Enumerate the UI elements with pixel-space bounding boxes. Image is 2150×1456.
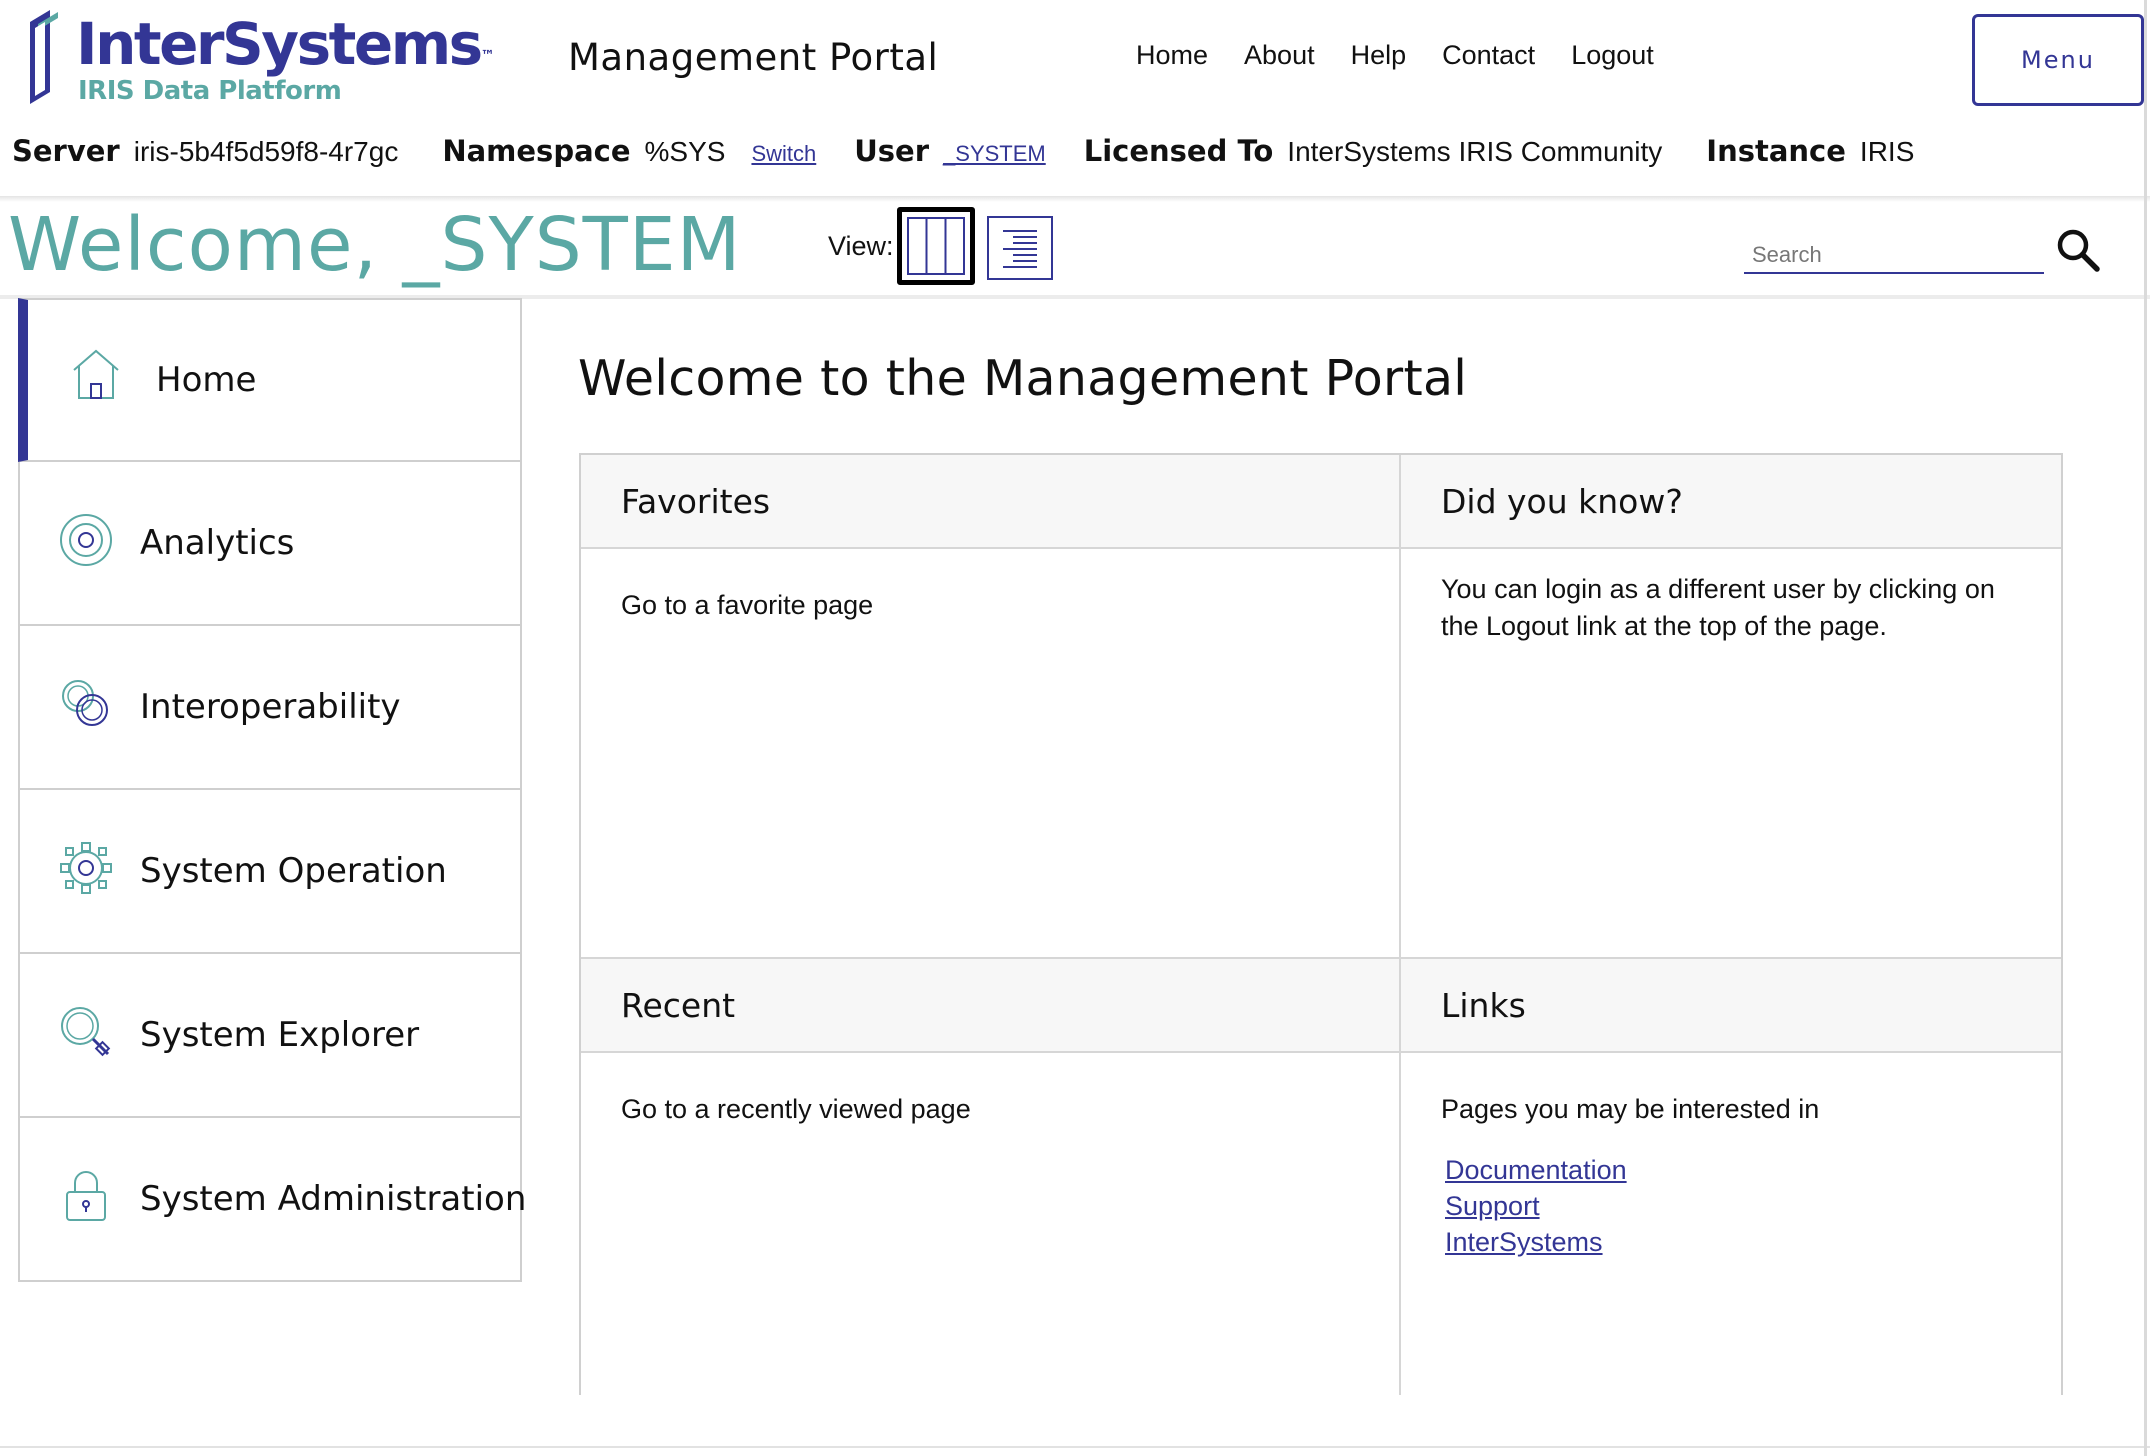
context-info-bar: Server iris-5b4f5d59f8-4r7gc Namespace %…: [12, 134, 1958, 180]
menu-button[interactable]: Menu: [1972, 14, 2144, 106]
instance-value: IRIS: [1859, 136, 1915, 167]
user-label: User: [854, 134, 930, 168]
search-button[interactable]: [2052, 224, 2104, 276]
sidebar-item-label: Interoperability: [140, 687, 401, 727]
sidebar-item-label: Analytics: [140, 523, 295, 563]
licensed-to-value: InterSystems IRIS Community: [1287, 136, 1663, 167]
dashboard-grid: Favorites Go to a favorite page Did you …: [579, 453, 2063, 1395]
nav-logout-link[interactable]: Logout: [1571, 40, 1654, 71]
portal-header: InterSystems™ IRIS Data Platform Managem…: [0, 0, 2150, 202]
sidebar-item-interoperability[interactable]: Interoperability: [18, 626, 522, 790]
page-bottom-divider: [0, 1446, 2150, 1448]
links-body: Pages you may be interested in Documenta…: [1441, 1091, 2031, 1260]
rings-icon: [54, 672, 118, 736]
sidebar-item-label: Home: [156, 360, 257, 400]
recent-body: Go to a recently viewed page: [621, 1094, 971, 1124]
server-value: iris-5b4f5d59f8-4r7gc: [133, 136, 399, 167]
intersystems-logo[interactable]: InterSystems™ IRIS Data Platform: [24, 8, 495, 112]
user-link[interactable]: _SYSTEM: [943, 141, 1046, 167]
sidebar-item-home[interactable]: Home: [18, 298, 522, 462]
links-title: Links: [1401, 959, 2061, 1053]
lock-icon: [54, 1164, 118, 1228]
instance-label: Instance: [1706, 134, 1846, 168]
sidebar-item-system-operation[interactable]: System Operation: [18, 790, 522, 954]
sidebar-item-label: System Explorer: [140, 1015, 420, 1055]
nav-home-link[interactable]: Home: [1136, 40, 1208, 71]
gear-icon: [54, 836, 118, 900]
logo-mark-icon: [30, 10, 58, 104]
sidebar-item-analytics[interactable]: Analytics: [18, 462, 522, 626]
logo-wordmark: InterSystems™: [76, 10, 495, 78]
favorites-body: Go to a favorite page: [621, 590, 874, 620]
welcome-heading: Welcome, _SYSTEM: [8, 202, 742, 288]
sidebar-item-label: System Administration: [140, 1179, 527, 1219]
search-icon: [2057, 229, 2100, 272]
list-view-button[interactable]: [987, 216, 1053, 280]
logo-subtitle: IRIS Data Platform: [78, 76, 342, 106]
sidebar-item-label: System Operation: [140, 851, 447, 891]
did-you-know-title: Did you know?: [1401, 455, 2061, 549]
sidebar: Home Analytics Interoperability System O…: [18, 298, 526, 1282]
top-navigation: Home About Help Contact Logout: [1136, 40, 1690, 71]
sidebar-item-system-explorer[interactable]: System Explorer: [18, 954, 522, 1118]
search-input[interactable]: [1744, 238, 2044, 274]
switch-namespace-link[interactable]: Switch: [751, 141, 816, 167]
nav-contact-link[interactable]: Contact: [1442, 40, 1535, 71]
portal-title: Management Portal: [568, 36, 939, 79]
home-icon: [64, 342, 128, 406]
recent-title: Recent: [581, 959, 1399, 1053]
nav-about-link[interactable]: About: [1244, 40, 1315, 71]
list-icon: [1003, 230, 1037, 268]
nav-help-link[interactable]: Help: [1351, 40, 1407, 71]
window-edge: [2144, 0, 2147, 1456]
licensed-to-label: Licensed To: [1083, 134, 1274, 168]
view-label: View:: [828, 231, 894, 261]
did-you-know-body: You can login as a different user by cli…: [1441, 574, 1995, 641]
did-you-know-panel: Did you know? You can login as a differe…: [1401, 455, 2061, 959]
magnifier-icon: [54, 1000, 118, 1064]
recent-panel: Recent Go to a recently viewed page: [581, 959, 1401, 1395]
favorites-title: Favorites: [581, 455, 1399, 549]
links-panel: Links Pages you may be interested in Doc…: [1401, 959, 2061, 1395]
target-icon: [54, 508, 118, 572]
links-intro: Pages you may be interested in: [1441, 1094, 1820, 1124]
support-link[interactable]: Support: [1445, 1188, 2031, 1224]
namespace-label: Namespace: [442, 134, 631, 168]
sidebar-item-system-administration[interactable]: System Administration: [18, 1118, 526, 1282]
links-list: Documentation Support InterSystems: [1445, 1152, 2031, 1260]
favorites-panel: Favorites Go to a favorite page: [581, 455, 1401, 959]
namespace-value: %SYS: [644, 136, 726, 167]
page-title: Welcome to the Management Portal: [578, 350, 1468, 407]
server-label: Server: [12, 134, 120, 168]
columns-icon: [907, 217, 965, 275]
documentation-link[interactable]: Documentation: [1445, 1152, 2031, 1188]
columns-view-button[interactable]: [897, 207, 975, 285]
intersystems-link[interactable]: InterSystems: [1445, 1224, 2031, 1260]
